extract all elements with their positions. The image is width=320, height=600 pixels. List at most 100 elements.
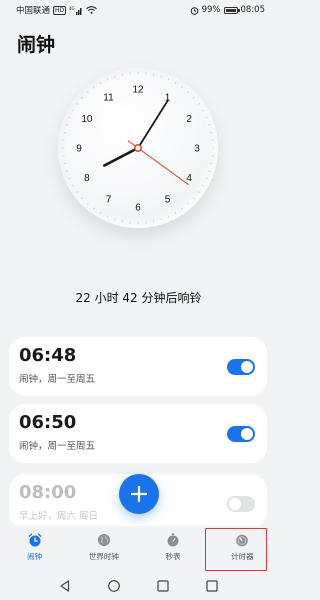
tab-label: 世界时钟 xyxy=(88,552,119,561)
minute-tick xyxy=(205,116,208,119)
minute-tick xyxy=(68,177,71,180)
clock-number: 6 xyxy=(135,203,141,214)
analog-clock: 12 1 2 3 4 5 6 7 8 9 10 11 xyxy=(58,68,218,228)
minute-tick xyxy=(174,211,177,214)
clock-number: 5 xyxy=(165,195,171,206)
minute-tick xyxy=(99,82,102,85)
alarm-label: 早上好，周六 周日 xyxy=(19,511,99,522)
clock-number: 7 xyxy=(106,195,112,206)
clock-number: 12 xyxy=(132,85,144,96)
hd-badge: HD xyxy=(53,5,67,15)
minute-tick xyxy=(99,211,102,214)
add-alarm-button[interactable] xyxy=(119,474,159,514)
tab-stopwatch[interactable]: 秒表 xyxy=(139,526,208,570)
minute-tick xyxy=(201,184,204,187)
tab-label: 闹钟 xyxy=(27,552,43,561)
minute-tick xyxy=(197,103,200,105)
clock-number: 8 xyxy=(84,173,90,184)
wifi-icon xyxy=(86,6,98,14)
tab-world-clock[interactable]: 世界时钟 xyxy=(69,526,138,570)
minute-tick xyxy=(106,215,109,218)
minute-tick xyxy=(181,86,183,89)
minute-tick xyxy=(114,218,116,221)
minute-tick xyxy=(72,184,75,187)
minute-tick xyxy=(174,82,177,85)
battery-icon xyxy=(223,6,240,14)
alarm-label: 闹钟，周一至周五 xyxy=(19,374,96,385)
alarm-toggle[interactable] xyxy=(227,496,255,512)
alarm-status-icon xyxy=(190,6,199,15)
minute-tick xyxy=(192,96,195,99)
minute-tick xyxy=(65,170,68,172)
minute-tick xyxy=(81,96,84,99)
minute-tick xyxy=(65,124,68,126)
minute-tick xyxy=(187,202,190,205)
alarm-time: 06:50 xyxy=(19,412,77,433)
status-right: 99% 08:05 xyxy=(190,5,265,15)
minute-tick xyxy=(68,116,71,119)
tab-alarm[interactable]: 闹钟 xyxy=(0,526,69,570)
minute-tick xyxy=(208,124,211,126)
system-navigation-bar xyxy=(0,572,277,600)
clock-number: 9 xyxy=(76,144,82,155)
status-left: 中国联通 HD 4G xyxy=(16,4,98,16)
alarm-clock-icon xyxy=(28,533,42,547)
carrier-label: 中国联通 xyxy=(16,6,51,16)
minute-tick xyxy=(197,191,200,193)
plus-icon xyxy=(130,485,148,503)
alarm-label: 闹钟，周一至周五 xyxy=(19,441,96,452)
tab-timer[interactable]: 计时器 xyxy=(204,526,277,571)
minute-tick xyxy=(76,103,79,105)
menu-icon[interactable] xyxy=(205,579,219,593)
alarm-time: 08:00 xyxy=(19,482,77,503)
minute-tick xyxy=(181,207,183,210)
recents-icon[interactable] xyxy=(156,579,170,593)
minute-tick xyxy=(72,109,75,112)
minute-hand xyxy=(137,99,169,149)
clock-face: 121234567891011 xyxy=(62,72,214,224)
bottom-navigation: 闹钟 世界时钟 秒表 计时器 xyxy=(0,526,277,571)
minute-tick xyxy=(86,91,89,94)
minute-tick xyxy=(167,78,170,81)
home-icon[interactable] xyxy=(107,579,121,593)
minute-tick xyxy=(208,170,211,172)
hour-hand xyxy=(102,146,140,167)
tab-label: 秒表 xyxy=(165,552,181,561)
minute-tick xyxy=(167,215,170,218)
minute-tick xyxy=(81,197,84,200)
minute-tick xyxy=(106,78,109,81)
network-type-label: 4G xyxy=(69,6,75,11)
clock-number: 4 xyxy=(186,173,192,184)
alarm-toggle[interactable] xyxy=(227,426,255,442)
minute-tick xyxy=(86,202,89,205)
clock-number: 2 xyxy=(186,114,192,125)
minute-tick xyxy=(160,75,162,78)
status-time: 08:05 xyxy=(240,5,266,15)
next-alarm-countdown: 22 小时 42 分钟后响铃 xyxy=(75,291,202,305)
minute-tick xyxy=(114,75,116,78)
minute-tick xyxy=(160,218,162,221)
alarm-toggle[interactable] xyxy=(227,359,255,375)
clock-number: 11 xyxy=(103,92,114,103)
clock-center-cap xyxy=(134,144,143,153)
timer-icon xyxy=(236,534,249,547)
tab-label: 计时器 xyxy=(231,552,254,561)
battery-percent: 99% xyxy=(201,5,221,15)
alarm-card[interactable]: 06:48 闹钟，周一至周五 xyxy=(9,337,267,396)
signal-icon: 4G xyxy=(69,6,83,15)
alarm-card[interactable]: 06:50 闹钟，周一至周五 xyxy=(9,404,267,463)
minute-tick xyxy=(201,109,204,112)
minute-tick xyxy=(187,91,190,94)
alarm-time: 06:48 xyxy=(19,345,77,366)
clock-number: 10 xyxy=(81,114,93,125)
minute-tick xyxy=(192,197,195,200)
status-bar: 中国联通 HD 4G 99% 08:05 xyxy=(0,0,277,20)
stopwatch-icon xyxy=(167,533,179,547)
page-title: 闹钟 xyxy=(17,34,56,56)
minute-tick xyxy=(93,207,95,210)
minute-tick xyxy=(76,191,79,193)
back-icon[interactable] xyxy=(58,579,72,593)
clock-number: 3 xyxy=(194,144,200,155)
globe-icon xyxy=(97,534,110,546)
minute-tick xyxy=(205,177,208,180)
